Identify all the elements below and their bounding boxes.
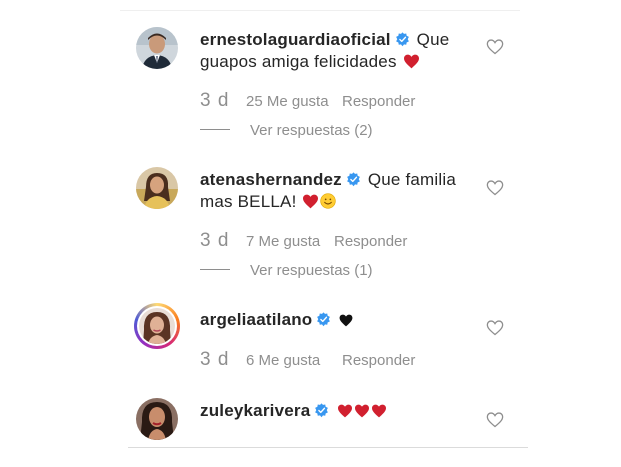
avatar-story-ring[interactable]: [134, 303, 180, 349]
comment-username[interactable]: zuleykarivera: [200, 401, 310, 420]
comment-time: 3 d: [200, 349, 230, 370]
red-heart-icon: [303, 194, 319, 209]
red-heart-icon: [338, 404, 353, 418]
like-heart-icon[interactable]: [486, 320, 504, 336]
comment-likes[interactable]: 25 Me gusta: [246, 93, 342, 110]
comment-username[interactable]: atenashernandez: [200, 170, 342, 189]
like-heart-icon[interactable]: [486, 180, 504, 196]
reply-button[interactable]: Responder: [342, 352, 415, 369]
replies-divider: [200, 269, 230, 270]
comment-meta: 3 d 7 Me gusta Responder: [200, 230, 407, 252]
black-heart-icon: [339, 314, 353, 327]
avatar[interactable]: [136, 167, 178, 209]
bottom-divider: [128, 447, 528, 448]
view-replies-link[interactable]: Ver respuestas (2): [200, 122, 373, 139]
comment-time: 3 d: [200, 230, 230, 251]
verified-badge-icon: [395, 32, 409, 47]
avatar[interactable]: [137, 306, 177, 346]
verified-badge-icon: [315, 403, 329, 418]
view-replies-label[interactable]: Ver respuestas (1): [250, 262, 373, 279]
reply-button[interactable]: Responder: [334, 233, 407, 250]
comment-likes[interactable]: 7 Me gusta: [246, 233, 334, 250]
red-heart-icon: [403, 54, 419, 69]
top-divider: [120, 10, 520, 11]
comment-time: 3 d: [200, 90, 230, 111]
comment-text: zuleykarivera: [200, 400, 470, 422]
view-replies-link[interactable]: Ver respuestas (1): [200, 262, 373, 279]
comment-meta: 3 d 25 Me gusta Responder: [200, 90, 415, 112]
reply-button[interactable]: Responder: [342, 93, 415, 110]
smiling-face-icon: [320, 193, 337, 209]
comment-likes[interactable]: 6 Me gusta: [246, 352, 342, 369]
red-heart-icon: [355, 404, 370, 418]
comment-meta: 3 d 6 Me gusta Responder: [200, 349, 415, 371]
replies-divider: [200, 129, 230, 130]
view-replies-label[interactable]: Ver respuestas (2): [250, 122, 373, 139]
comment-text: atenashernandez Que familia mas BELLA!: [200, 169, 470, 213]
comment-text: ernestolaguardiaoficial Que guapos amiga…: [200, 29, 470, 73]
verified-badge-icon: [347, 172, 360, 187]
red-heart-icon: [372, 404, 387, 418]
avatar[interactable]: [136, 398, 178, 440]
like-heart-icon[interactable]: [486, 39, 504, 55]
comment-username[interactable]: argeliaatilano: [200, 310, 312, 329]
like-heart-icon[interactable]: [486, 412, 504, 428]
comment-username[interactable]: ernestolaguardiaoficial: [200, 30, 391, 49]
comments-panel: ernestolaguardiaoficial Que guapos amiga…: [0, 0, 621, 467]
avatar[interactable]: [136, 27, 178, 69]
verified-badge-icon: [317, 312, 331, 327]
comment-text: argeliaatilano: [200, 309, 470, 331]
